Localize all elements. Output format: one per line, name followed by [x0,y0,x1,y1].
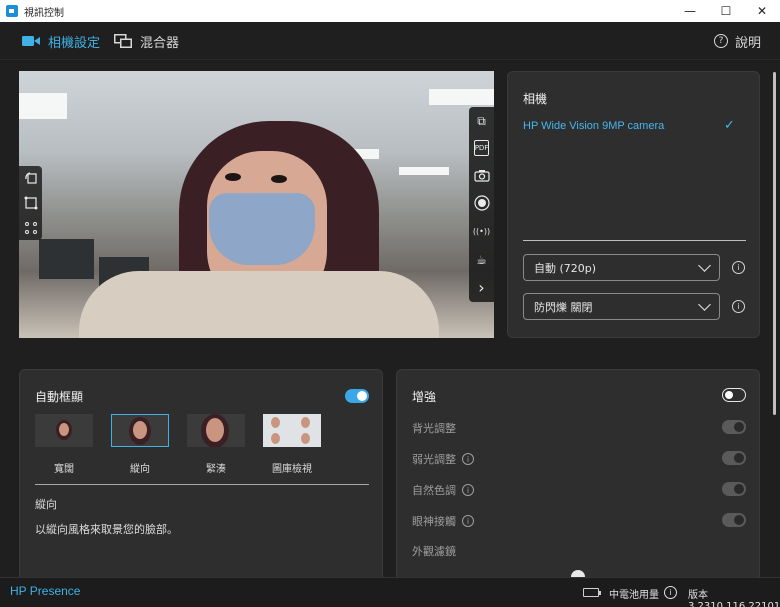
help-label: 說明 [734,35,761,51]
enhancement-item-appearance-filter: 外觀濾鏡 [412,543,456,559]
person-eye [225,173,241,181]
person-eye [271,175,287,183]
tab-camera-settings[interactable]: 相機設定 [22,22,100,60]
rotate-icon[interactable] [22,169,40,187]
frame-points-icon[interactable] [22,219,40,237]
video-camera-icon [22,35,40,47]
enhancement-item-backlight: 背光調整 [412,420,456,436]
eye-contact-info-icon[interactable]: i [462,515,474,527]
page-scrollbar[interactable] [773,72,776,415]
flicker-select-value: 防閃爍 關閉 [534,300,593,314]
resolution-select-value: 自動 (720p) [534,261,597,275]
eye-contact-toggle[interactable] [722,513,746,527]
selected-check-icon: ✓ [724,118,735,133]
auto-framing-toggle[interactable] [345,389,369,403]
maximize-button[interactable]: ☐ [708,0,744,22]
tab-mixer[interactable]: 混合器 [114,22,179,60]
backlight-toggle[interactable] [722,420,746,434]
camera-panel: 相機 HP Wide Vision 9MP camera ✓ 自動 (720p)… [507,71,760,338]
resolution-select[interactable]: 自動 (720p) [523,254,720,281]
enhancement-toggle[interactable] [722,388,746,402]
tab-camera-settings-label: 相機設定 [48,35,101,51]
natural-tone-label: 自然色調 [412,484,456,497]
appearance-filter-label: 外觀濾鏡 [412,545,456,558]
auto-framing-divider [35,484,369,485]
lowlight-info-icon[interactable]: i [462,453,474,465]
enhancement-item-lowlight: 弱光調整 i [412,451,474,467]
natural-tone-toggle[interactable] [722,482,746,496]
coffee-cup-icon[interactable]: ☕ [473,251,491,269]
minimize-button[interactable]: — [672,0,708,22]
top-navigation: 相機設定 混合器 ? 說明 [0,22,780,60]
status-bar: HP Presence 中電池用量 i 版本 3.2310.116.22101 [0,577,780,607]
resolution-info-icon[interactable]: i [732,261,745,274]
ceiling-light [429,89,494,105]
framing-label-gallery: 圖庫檢視 [272,464,312,475]
camera-panel-divider [523,240,746,241]
chevron-down-icon [698,259,711,272]
broadcast-icon[interactable]: ((•)) [473,223,491,241]
version-text: 版本 3.2310.116.22101 [688,590,780,607]
expand-chevron-icon[interactable]: › [473,278,491,297]
background-monitor [39,239,94,279]
lowlight-toggle[interactable] [722,451,746,465]
camera-device-name[interactable]: HP Wide Vision 9MP camera [523,120,664,132]
window-title: 視訊控制 [24,7,64,19]
selected-framing-title: 縱向 [35,498,57,511]
battery-icon [583,588,601,597]
framing-label-tight: 緊湊 [206,464,226,475]
pdf-icon[interactable]: PDF [474,140,489,157]
auto-framing-panel: 自動框顯 寬闊 縱向 緊湊 圖庫檢視 縱向 以縱向風格來取景您的臉部。 [19,369,383,584]
enhancement-item-natural-tone: 自然色調 i [412,482,474,498]
enhancement-title: 增強 [412,390,437,404]
auto-framing-title: 自動框顯 [35,390,84,404]
close-button[interactable]: ✕ [744,0,780,22]
framing-option-wide[interactable] [35,414,93,447]
tab-mixer-label: 混合器 [140,35,180,51]
natural-tone-info-icon[interactable]: i [462,484,474,496]
help-circle-icon: ? [713,34,728,48]
snapshot-camera-icon[interactable] [473,166,491,184]
face-mask [209,193,315,265]
battery-usage-text: 中電池用量 [609,590,659,601]
framing-option-tight[interactable] [187,414,245,447]
status-info-icon[interactable]: i [664,586,677,599]
camera-preview [19,71,494,338]
title-bar: 視訊控制 — ☐ ✕ [0,0,780,22]
brand-label: HP Presence [10,584,81,598]
mixer-screens-icon [114,34,132,48]
help-button[interactable]: ? 說明 [713,22,761,60]
framing-label-portrait: 縱向 [130,464,150,475]
enhancement-item-eye-contact: 眼神接觸 i [412,513,474,529]
enhancement-panel: 增強 背光調整 弱光調整 i 自然色調 i 眼神接觸 i 外觀濾鏡 [396,369,760,584]
window-controls: — ☐ ✕ [672,0,780,22]
record-icon[interactable] [473,194,491,212]
backlight-label: 背光調整 [412,422,456,435]
ceiling-light [399,167,449,175]
crop-auto-icon[interactable] [22,194,40,212]
framing-option-gallery[interactable] [263,414,321,447]
eye-contact-label: 眼神接觸 [412,515,456,528]
framing-option-portrait[interactable] [111,414,169,447]
app-video-icon [6,5,18,17]
chevron-down-icon [698,298,711,311]
right-preview-toolbar: ⧉ PDF ((•)) ☕ › [469,107,494,302]
person-sweater [79,271,439,338]
lowlight-label: 弱光調整 [412,453,456,466]
selected-framing-description: 以縱向風格來取景您的臉部。 [35,523,178,536]
left-preview-toolbar [19,166,42,240]
flicker-info-icon[interactable]: i [732,300,745,313]
camera-panel-title: 相機 [523,92,548,106]
ceiling-light [19,93,67,119]
pop-out-icon[interactable]: ⧉ [473,112,491,130]
flicker-select[interactable]: 防閃爍 關閉 [523,293,720,320]
framing-label-wide: 寬闊 [54,464,74,475]
